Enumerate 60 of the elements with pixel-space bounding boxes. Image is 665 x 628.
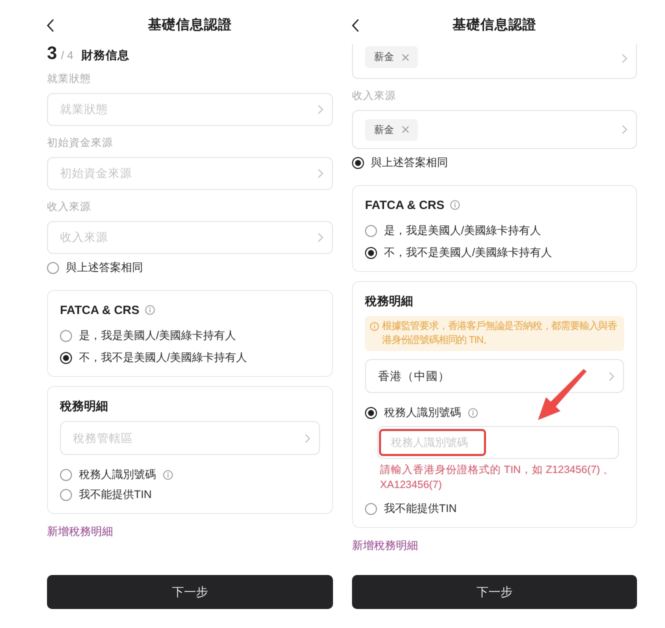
- option-label: 與上述答案相同: [66, 260, 143, 276]
- radio-button[interactable]: [365, 407, 377, 419]
- option-label: 我不能提供TIN: [79, 488, 152, 503]
- radio-button[interactable]: [60, 330, 72, 342]
- step-title: 財務信息: [81, 48, 130, 63]
- chevron-right-icon: [622, 54, 627, 63]
- error-message: 請輸入香港身份證格式的 TIN，如 Z123456(7) 、XA123456(7): [380, 463, 615, 493]
- info-icon[interactable]: [163, 470, 173, 480]
- option-label: 不，我不是美國人/美國綠卡持有人: [384, 246, 552, 261]
- card-title: 稅務明細: [60, 399, 108, 413]
- info-icon[interactable]: [145, 305, 156, 315]
- radio-button[interactable]: [365, 503, 377, 515]
- add-tax-detail-link[interactable]: 新增稅務明細: [47, 525, 113, 539]
- select-field[interactable]: 香港（中國）: [365, 359, 624, 393]
- back-icon[interactable]: [47, 18, 54, 32]
- field-label: 收入來源: [352, 89, 397, 103]
- radio-button[interactable]: [47, 262, 59, 274]
- option-label: 不，我不是美國人/美國綠卡持有人: [79, 350, 248, 366]
- radio-button[interactable]: [365, 247, 377, 259]
- select-field[interactable]: 薪金: [352, 44, 637, 79]
- page-title: 基礎信息認證: [147, 16, 233, 34]
- next-button[interactable]: 下一步: [47, 575, 333, 609]
- option-label: 稅務人識別號碼: [79, 468, 156, 483]
- info-icon[interactable]: [450, 200, 460, 210]
- chevron-right-icon: [318, 233, 323, 242]
- radio-button[interactable]: [352, 157, 364, 169]
- back-icon[interactable]: [352, 18, 359, 32]
- field-label: 收入來源: [47, 200, 92, 214]
- tag-text: 薪金: [374, 124, 394, 136]
- option-label: 我不能提供TIN: [384, 502, 457, 517]
- tag-text: 薪金: [374, 50, 394, 64]
- option-label: 是，我是美國人/美國綠卡持有人: [79, 328, 236, 344]
- page-title: 基礎信息認證: [452, 16, 538, 34]
- info-icon[interactable]: [370, 322, 379, 331]
- radio-button[interactable]: [60, 489, 72, 501]
- field-label: 初始資金來源: [47, 136, 114, 150]
- field-label: 就業狀態: [47, 72, 92, 86]
- option-label: 稅務人識別號碼: [384, 406, 461, 421]
- add-tax-detail-link[interactable]: 新增稅務明細: [352, 539, 418, 553]
- chevron-right-icon: [622, 125, 627, 134]
- chevron-right-icon: [609, 372, 614, 380]
- radio-button[interactable]: [365, 225, 377, 237]
- chevron-right-icon: [305, 434, 310, 442]
- notice-text: 根據監管要求，香港客戶無論是否納稅，都需要輸入與香港身份證號碼相同的 TIN。: [382, 320, 618, 347]
- step-total: / 4: [61, 50, 74, 62]
- step-number: 3: [47, 44, 58, 62]
- radio-button[interactable]: [60, 352, 72, 364]
- option-label: 是，我是美國人/美國綠卡持有人: [384, 224, 542, 239]
- info-icon[interactable]: [468, 408, 478, 418]
- close-icon[interactable]: [402, 54, 409, 60]
- card-title: 稅務明細: [365, 294, 413, 308]
- option-label: 與上述答案相同: [371, 156, 448, 171]
- chevron-right-icon: [318, 169, 323, 178]
- next-button[interactable]: 下一步: [352, 575, 637, 609]
- card-title: FATCA & CRS: [365, 198, 444, 212]
- select-field[interactable]: 薪金: [352, 110, 637, 149]
- radio-button[interactable]: [60, 469, 72, 481]
- chevron-right-icon: [318, 105, 323, 114]
- card-title: FATCA & CRS: [60, 303, 140, 317]
- close-icon[interactable]: [402, 126, 409, 133]
